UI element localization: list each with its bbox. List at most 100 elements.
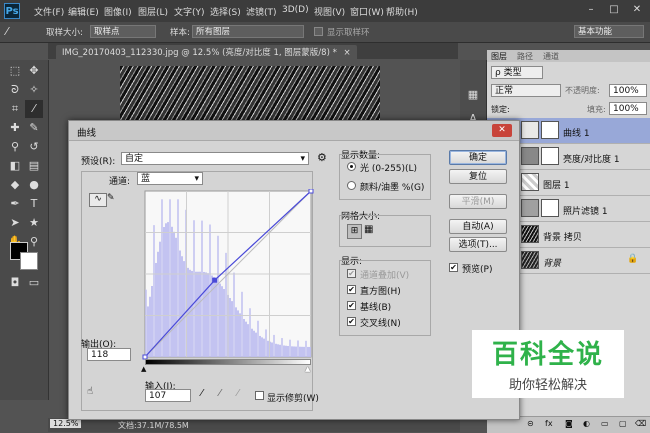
menu-filter[interactable]: 滤镜(T) <box>246 5 277 18</box>
brush-tool-icon[interactable]: ✎ <box>25 119 43 137</box>
histogram-bar <box>149 296 151 357</box>
white-point-slider[interactable]: ▲ <box>305 365 310 373</box>
pencil-draw-icon[interactable]: ✎ <box>107 193 115 203</box>
eyedropper-icon[interactable]: ⁄ <box>6 25 8 38</box>
gray-eyedropper-icon[interactable]: ⁄ <box>219 388 221 399</box>
auto-button[interactable]: 自动(A) <box>449 219 507 234</box>
zoom-readout[interactable]: 12.5% <box>50 419 82 428</box>
histogram-bar <box>233 272 235 357</box>
blur-tool-icon[interactable]: ◆ <box>6 176 24 194</box>
menu-type[interactable]: 文字(Y) <box>174 5 205 18</box>
menu-view[interactable]: 视图(V) <box>314 5 345 18</box>
dialog-close-button[interactable]: ✕ <box>492 124 512 137</box>
trash-icon[interactable]: ⌫ <box>635 419 646 428</box>
quick-mask-icon[interactable]: ◘ <box>6 274 24 292</box>
output-field[interactable]: 118 <box>87 348 131 361</box>
pen-tool-icon[interactable]: ✒ <box>6 195 24 213</box>
new-layer-icon[interactable]: ▢ <box>619 419 627 428</box>
magic-wand-icon[interactable]: ✧ <box>25 81 43 99</box>
curve-graph[interactable] <box>135 189 315 369</box>
channel-overlay-checkbox[interactable]: ✔ <box>347 269 356 278</box>
tab-paths[interactable]: 路径 <box>517 51 533 62</box>
preview-checkbox[interactable]: ✔ <box>449 263 458 272</box>
intersection-checkbox[interactable]: ✔ <box>347 317 356 326</box>
workspace-select[interactable]: 基本功能 <box>574 25 644 38</box>
sample-size-select[interactable]: 取样点 <box>90 25 156 38</box>
restore-button[interactable]: □ <box>603 2 625 18</box>
path-select-icon[interactable]: ➤ <box>6 214 24 232</box>
options-button[interactable]: 选项(T)... <box>449 237 507 252</box>
layer-filter-select[interactable]: ρ 类型 <box>491 66 543 79</box>
black-point-slider[interactable]: ▲ <box>141 365 146 373</box>
adjustment-icon[interactable]: ◐ <box>583 419 590 428</box>
link-layers-icon[interactable]: ⊝ <box>527 419 534 428</box>
clone-stamp-icon[interactable]: ⚲ <box>6 138 24 156</box>
lasso-tool-icon[interactable]: ᘐ <box>6 81 24 99</box>
menu-select[interactable]: 选择(S) <box>210 5 241 18</box>
black-eyedropper-icon[interactable]: ⁄ <box>201 388 203 399</box>
curve-control-point[interactable] <box>212 277 218 283</box>
gradient-tool-icon[interactable]: ▤ <box>25 157 43 175</box>
light-radio[interactable] <box>347 162 356 171</box>
eraser-tool-icon[interactable]: ◧ <box>6 157 24 175</box>
move-tool-icon[interactable]: ✥ <box>25 62 43 80</box>
watermark-logo: 百科全说 助你轻松解决 <box>472 330 624 398</box>
preset-options-gear-icon[interactable]: ⚙ <box>317 151 327 164</box>
channel-select[interactable]: 蓝 ▾ <box>137 172 203 185</box>
tab-channels[interactable]: 通道 <box>543 51 559 62</box>
menu-layer[interactable]: 图层(L) <box>138 5 168 18</box>
hand-adjust-icon[interactable]: ☝ <box>87 386 93 397</box>
pigment-radio[interactable] <box>347 181 356 190</box>
reset-button[interactable]: 复位 <box>449 169 507 184</box>
group-icon[interactable]: ▭ <box>601 419 609 428</box>
screen-mode-icon[interactable]: ▭ <box>25 274 43 292</box>
history-brush-icon[interactable]: ↺ <box>25 138 43 156</box>
histogram-bar <box>173 231 175 357</box>
document-tab[interactable]: IMG_20170403_112330.jpg @ 12.5% (亮度/对比度 … <box>56 45 357 59</box>
input-field[interactable]: 107 <box>145 389 191 402</box>
detailed-grid-icon[interactable]: ▦ <box>364 224 373 236</box>
background-color-swatch[interactable] <box>20 252 38 270</box>
add-mask-icon[interactable]: ◙ <box>565 419 573 428</box>
histogram-bar <box>289 339 291 357</box>
menu-window[interactable]: 窗口(W) <box>350 5 384 18</box>
type-tool-icon[interactable]: T <box>25 195 43 213</box>
healing-brush-icon[interactable]: ✚ <box>6 119 24 137</box>
layer-mask-thumb[interactable] <box>541 199 559 217</box>
history-panel-icon[interactable]: ▦ <box>464 86 482 104</box>
preset-select[interactable]: 自定 ▾ <box>121 152 309 165</box>
layer-mask-thumb[interactable] <box>541 121 559 139</box>
ok-button[interactable]: 确定 <box>449 150 507 165</box>
histogram-checkbox[interactable]: ✔ <box>347 285 356 294</box>
show-clipping-checkbox[interactable] <box>255 391 264 400</box>
curve-control-point[interactable] <box>308 189 314 194</box>
menu-image[interactable]: 图像(I) <box>104 5 132 18</box>
marquee-tool-icon[interactable]: ⬚ <box>6 62 24 80</box>
curve-point-tool-icon[interactable]: ∿ <box>89 193 107 207</box>
preview-label: 预览(P) <box>462 265 493 275</box>
menu-edit[interactable]: 编辑(E) <box>68 5 99 18</box>
dodge-tool-icon[interactable]: ● <box>25 176 43 194</box>
close-tab-icon[interactable]: × <box>344 48 351 58</box>
smooth-button[interactable]: 平滑(M) <box>449 194 507 209</box>
sample-select[interactable]: 所有图层 <box>192 25 304 38</box>
eyedropper-tool-icon[interactable]: ⁄ <box>25 100 43 118</box>
white-eyedropper-icon[interactable]: ⁄ <box>237 388 239 399</box>
simple-grid-icon[interactable]: ⊞ <box>347 224 362 239</box>
crop-tool-icon[interactable]: ⌗ <box>6 100 24 118</box>
close-window-button[interactable]: ✕ <box>626 2 648 18</box>
photo-filter-icon <box>521 199 539 217</box>
tab-layers[interactable]: 图层 <box>491 51 507 62</box>
menu-3d[interactable]: 3D(D) <box>282 5 309 15</box>
layer-mask-thumb[interactable] <box>541 147 559 165</box>
shape-tool-icon[interactable]: ★ <box>25 214 43 232</box>
show-ring-checkbox[interactable] <box>314 27 323 36</box>
blend-mode-select[interactable]: 正常 <box>491 84 561 97</box>
opacity-input[interactable]: 100% <box>609 84 647 97</box>
fx-icon[interactable]: fx <box>545 419 553 428</box>
menu-help[interactable]: 帮助(H) <box>386 5 418 18</box>
fill-input[interactable]: 100% <box>609 102 647 115</box>
menu-file[interactable]: 文件(F) <box>34 5 64 18</box>
minimize-button[interactable]: – <box>580 2 602 18</box>
baseline-checkbox[interactable]: ✔ <box>347 301 356 310</box>
